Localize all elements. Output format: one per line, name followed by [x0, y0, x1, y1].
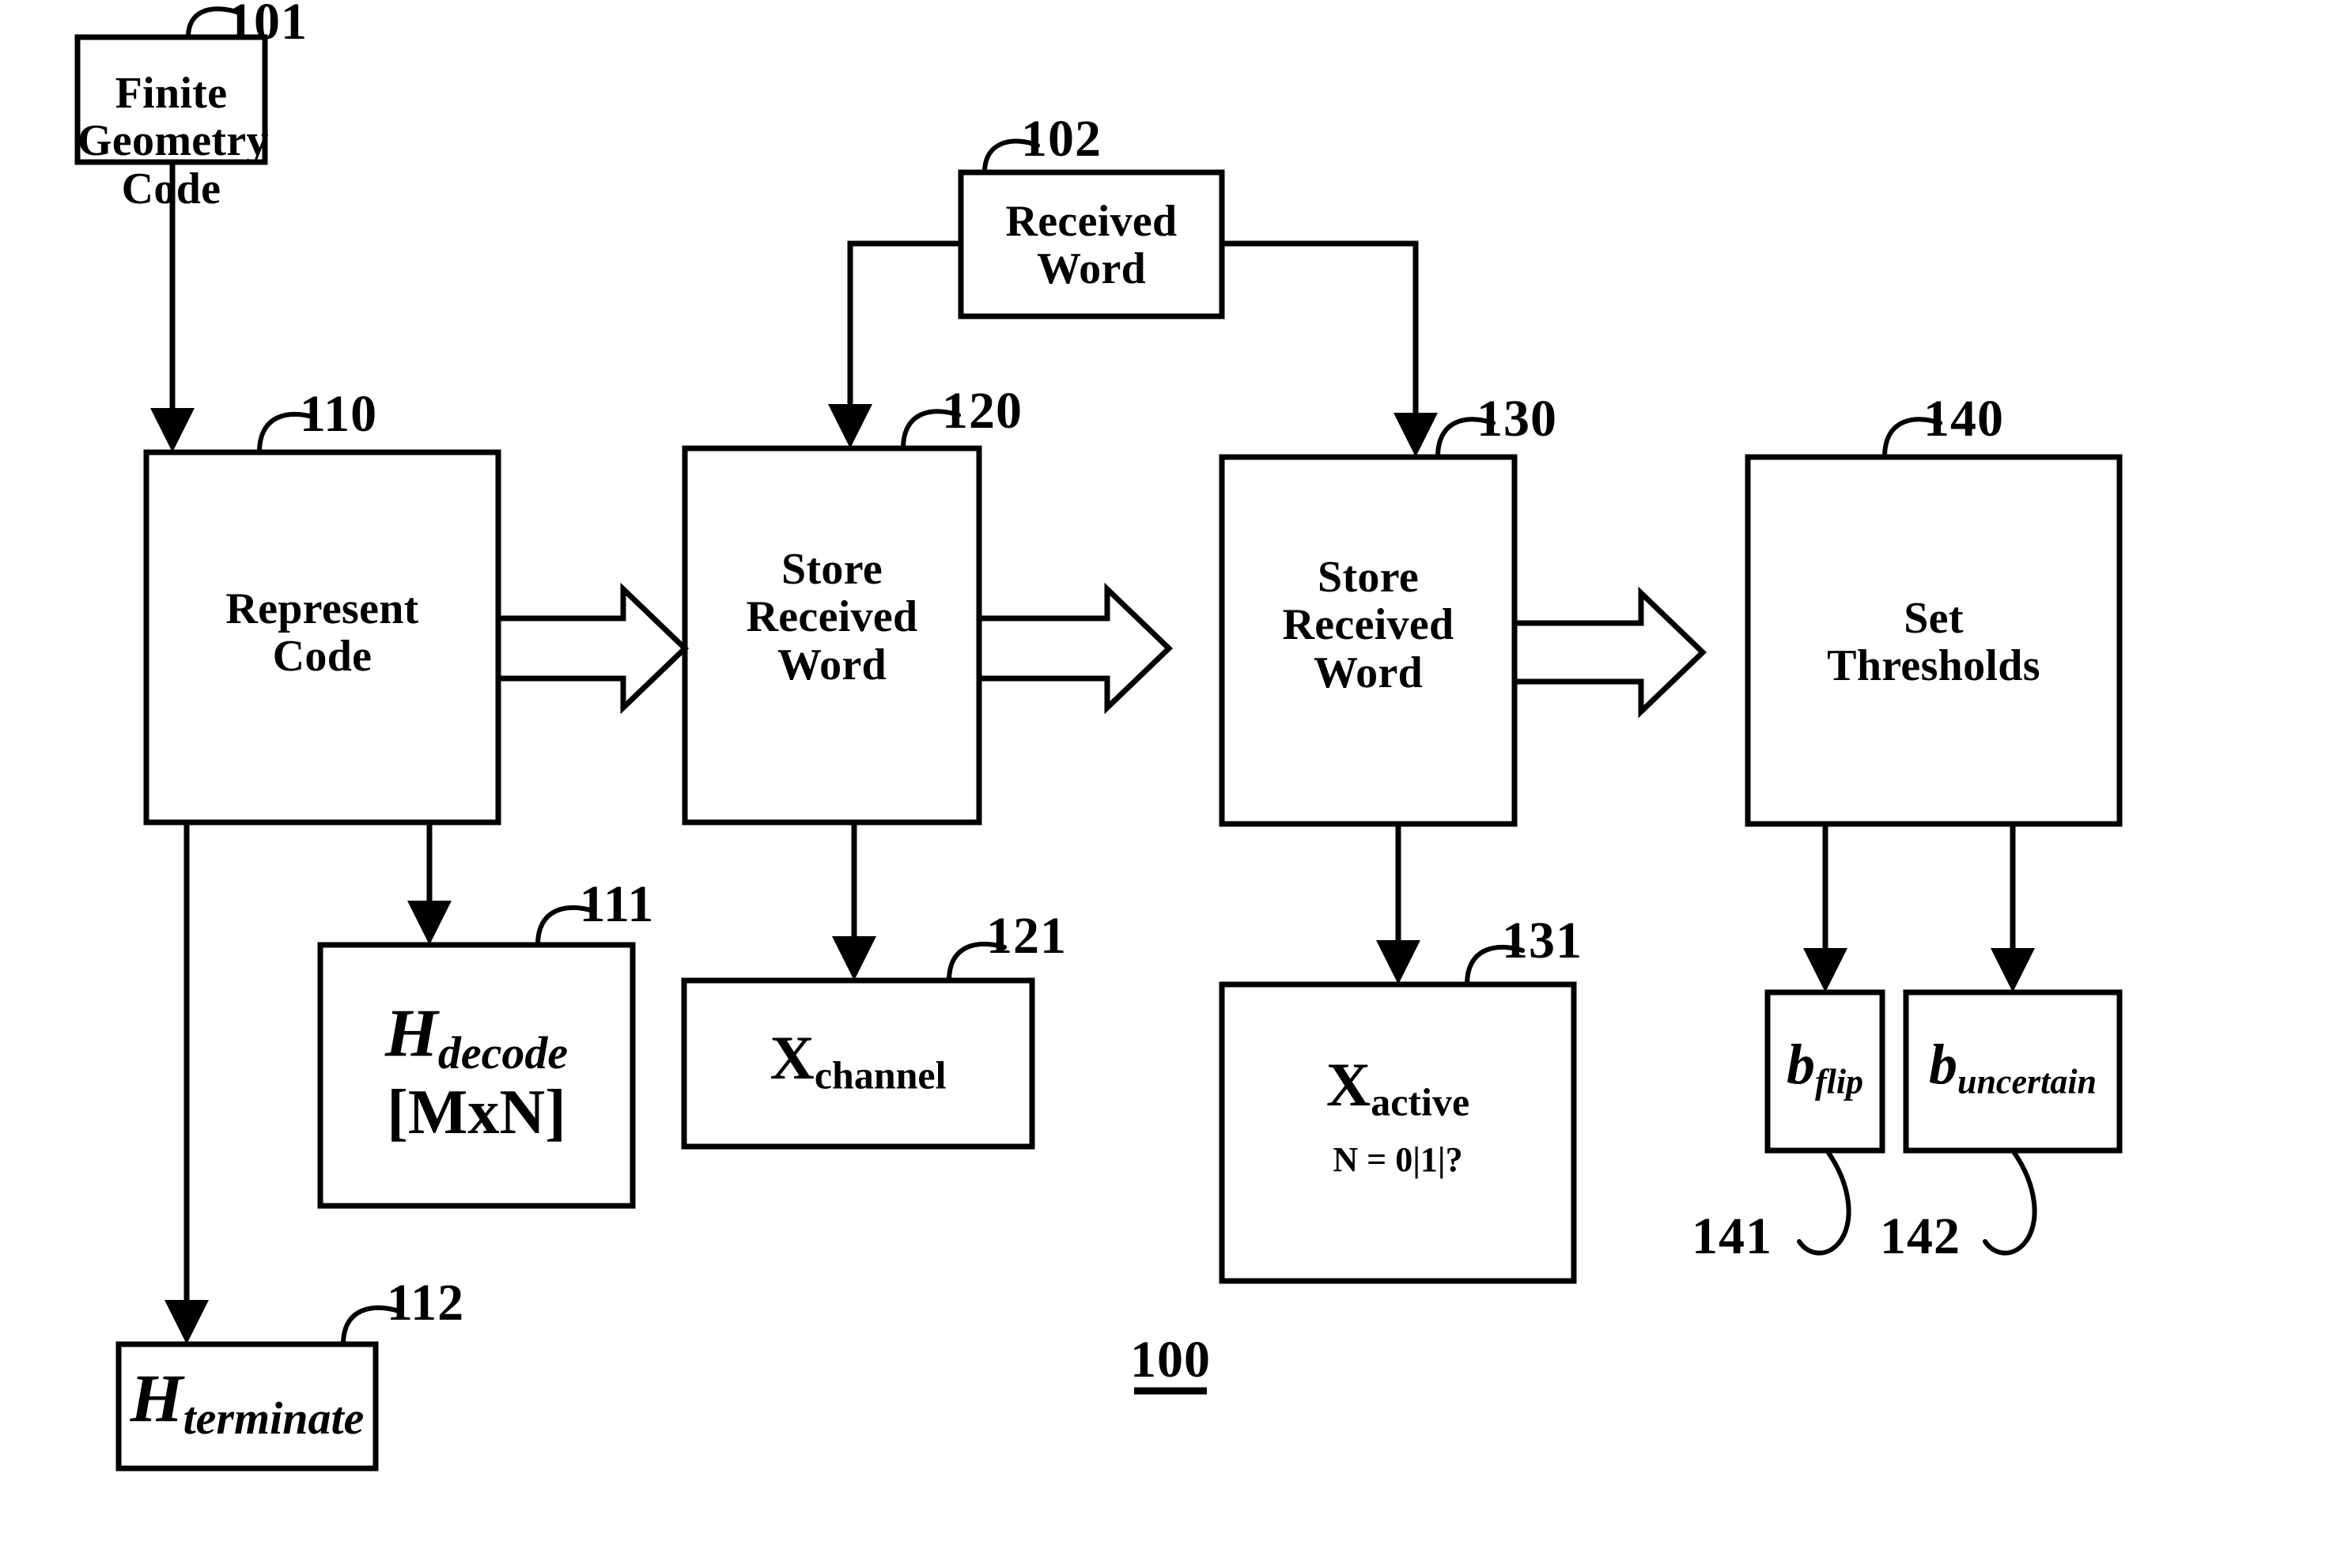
block-arrow-120-to-130 [976, 582, 1174, 715]
box-121-subscript: channel [814, 1052, 947, 1098]
ref-number-112: 112 [386, 1274, 465, 1332]
ref-number-131: 131 [1502, 912, 1583, 969]
box-121-label: Xchannel [684, 1023, 1032, 1098]
arrowhead-140-to-141 [1803, 948, 1847, 992]
leader-142 [1983, 1148, 2037, 1256]
block-arrow-110-to-120 [495, 582, 690, 715]
box-142-symbol: b [1928, 1033, 1957, 1096]
box-141-symbol: b [1786, 1033, 1815, 1096]
figure-number: 100 [1130, 1331, 1211, 1389]
arrowhead-101-to-110 [150, 408, 195, 452]
ref-number-111: 111 [579, 875, 655, 933]
box-131-label: Xactive N = 0|1|? [1222, 1050, 1574, 1179]
arrowhead-130-to-131 [1376, 940, 1420, 984]
arrowhead-110-to-112 [164, 1300, 209, 1344]
box-142-label: buncertain [1906, 1033, 2120, 1101]
ref-number-141: 141 [1692, 1207, 1772, 1265]
ref-number-140: 140 [1923, 390, 2004, 448]
box-110-label: Represent Code [225, 584, 419, 682]
box-121-symbol: X [770, 1023, 815, 1092]
box-142-subscript: uncertain [1957, 1062, 2097, 1101]
box-130-label: Store Received Word [1282, 553, 1454, 697]
box-112-symbol: H [130, 1360, 183, 1436]
ref-number-102: 102 [1021, 110, 1102, 168]
box-111-dimensions: [MxN] [387, 1077, 566, 1147]
box-101-label: Finite Geometry Code [78, 69, 269, 213]
arrowhead-120-to-121 [832, 936, 876, 980]
box-112-subscript: terminate [183, 1392, 365, 1445]
box-102-label: Received Word [1005, 197, 1178, 294]
arrowhead-110-to-111 [407, 901, 452, 945]
box-111-label: Hdecode [MxN] [320, 996, 633, 1147]
block-arrow-130-to-140 [1511, 586, 1707, 719]
ref-number-101: 101 [227, 0, 308, 51]
box-140-label: Set Thresholds [1827, 594, 2040, 691]
ref-number-120: 120 [942, 382, 1023, 440]
arrowhead-140-to-142 [1991, 948, 2035, 992]
ref-number-142: 142 [1880, 1207, 1961, 1265]
box-111-subscript: decode [437, 1027, 569, 1079]
box-131-symbol: X [1325, 1050, 1371, 1119]
arrowhead-102-to-130 [1394, 413, 1438, 457]
box-141-subscript: flip [1814, 1062, 1864, 1101]
box-120-label: Store Received Word [746, 545, 918, 690]
box-131-subscript: active [1371, 1079, 1470, 1124]
ref-number-130: 130 [1477, 390, 1557, 448]
ref-number-110: 110 [299, 385, 378, 443]
box-131-condition: N = 0|1|? [1333, 1139, 1463, 1179]
patent-figure-canvas: Finite Geometry Code 101 Received Word 1… [0, 0, 2337, 1568]
connector-102-to-130 [1222, 240, 1419, 433]
box-112-label: Hterminate [119, 1362, 376, 1444]
arrowhead-102-to-120 [828, 404, 872, 448]
box-111-symbol: H [384, 995, 438, 1071]
box-141-label: bflip [1768, 1033, 1882, 1101]
leader-141 [1797, 1148, 1851, 1256]
ref-number-121: 121 [986, 907, 1067, 965]
